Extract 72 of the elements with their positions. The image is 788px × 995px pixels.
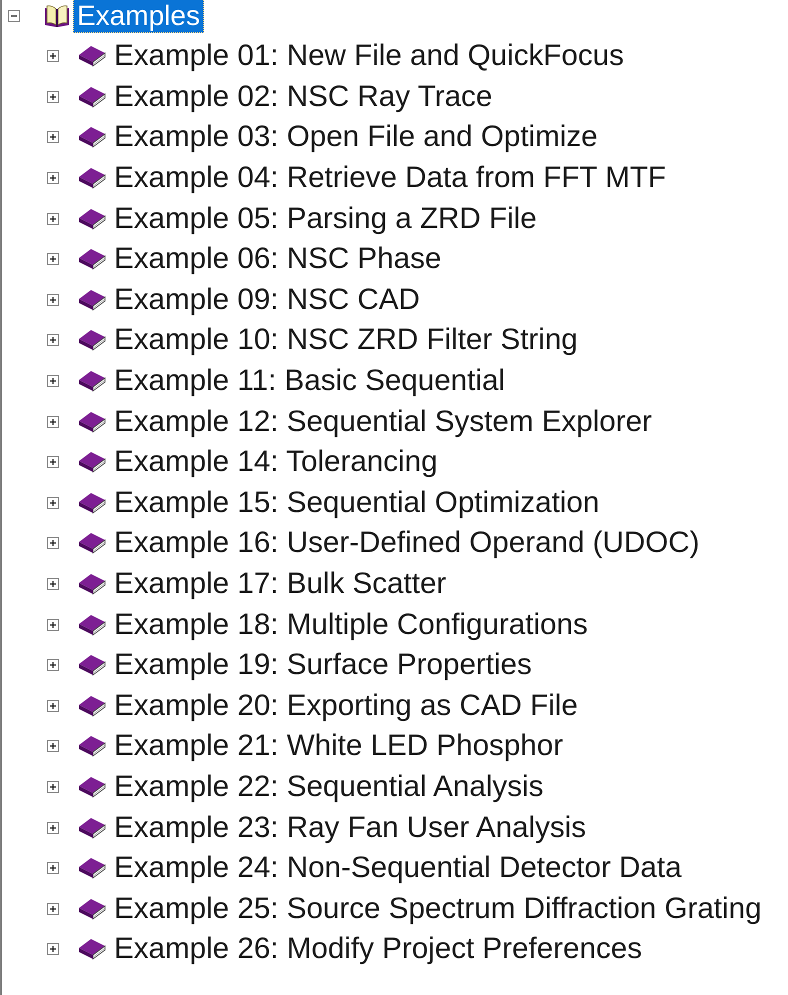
book-icon <box>78 126 106 148</box>
tree-item[interactable]: Example 17: Bulk Scatter <box>110 567 450 602</box>
book-icon <box>78 329 106 352</box>
tree-item[interactable]: Example 14: Tolerancing <box>110 445 442 480</box>
collapse-toggle[interactable] <box>8 10 20 22</box>
expand-toggle[interactable] <box>47 780 59 793</box>
tree-item[interactable]: Example 09: NSC CAD <box>110 282 424 317</box>
tree-item[interactable]: Examples <box>73 0 204 33</box>
expand-toggle[interactable] <box>47 618 59 631</box>
tree-item[interactable]: Example 02: NSC Ray Trace <box>110 80 496 114</box>
tree-item[interactable]: Example 10: NSC ZRD Filter String <box>110 323 582 358</box>
book-icon <box>78 938 106 960</box>
tree-item[interactable]: Example 04: Retrieve Data from FFT MTF <box>110 161 670 196</box>
tree-item[interactable]: Example 03: Open File and Optimize <box>110 120 602 154</box>
book-icon <box>78 370 106 392</box>
expand-toggle[interactable] <box>47 212 59 225</box>
expand-toggle[interactable] <box>47 294 59 306</box>
tree-item[interactable]: Example 11: Basic Sequential <box>110 364 509 398</box>
book-icon <box>78 735 106 758</box>
expand-toggle[interactable] <box>47 253 59 266</box>
tree-item[interactable]: Example 05: Parsing a ZRD File <box>110 202 541 236</box>
book-icon <box>78 614 106 636</box>
tree-item[interactable]: Example 21: White LED Phosphor <box>110 729 568 764</box>
expand-toggle[interactable] <box>47 172 59 184</box>
tree-item[interactable]: Example 23: Ray Fan User Analysis <box>110 810 590 845</box>
tree-item[interactable]: Example 20: Exporting as CAD File <box>110 688 582 723</box>
book-icon <box>78 410 106 433</box>
tree-item[interactable]: Example 16: User-Defined Operand (UDOC) <box>110 526 704 560</box>
tree-item[interactable]: Example 25: Source Spectrum Diffraction Grating <box>110 892 766 926</box>
book-icon <box>78 45 106 68</box>
expand-toggle[interactable] <box>47 416 59 428</box>
expand-toggle[interactable] <box>47 334 59 346</box>
book-icon <box>78 492 106 514</box>
expand-toggle[interactable] <box>47 862 59 874</box>
expand-toggle[interactable] <box>47 659 59 672</box>
book-icon <box>78 208 106 230</box>
tree-item[interactable]: Example 26: Modify Project Preferences <box>110 932 646 966</box>
open-book-icon <box>44 4 70 28</box>
expand-toggle[interactable] <box>47 822 59 834</box>
expand-toggle[interactable] <box>47 700 59 712</box>
book-icon <box>78 167 106 190</box>
tree-item[interactable]: Example 24: Non-Sequential Detector Data <box>110 851 686 886</box>
book-icon <box>78 857 106 880</box>
book-icon <box>78 532 106 554</box>
tree-item[interactable]: Example 06: NSC Phase <box>110 242 446 276</box>
book-icon <box>78 86 106 108</box>
book-icon <box>78 573 106 596</box>
book-icon <box>78 654 106 676</box>
expand-toggle[interactable] <box>47 740 59 752</box>
expand-toggle[interactable] <box>47 537 59 550</box>
expand-toggle[interactable] <box>47 90 59 103</box>
expand-toggle[interactable] <box>47 131 59 144</box>
book-icon <box>78 776 106 798</box>
tree-item[interactable]: Example 19: Surface Properties <box>110 648 536 682</box>
book-icon <box>78 451 106 474</box>
book-icon <box>78 248 106 270</box>
tree-item[interactable]: Example 12: Sequential System Explorer <box>110 404 656 439</box>
expand-toggle[interactable] <box>47 578 59 590</box>
book-icon <box>78 816 106 839</box>
tree-item[interactable]: Example 01: New File and QuickFocus <box>110 39 628 74</box>
tree-item[interactable]: Example 15: Sequential Optimization <box>110 486 604 520</box>
expand-toggle[interactable] <box>47 496 59 509</box>
expand-toggle[interactable] <box>47 375 59 388</box>
tree-item[interactable]: Example 22: Sequential Analysis <box>110 770 548 804</box>
expand-toggle[interactable] <box>47 50 59 62</box>
tree-item[interactable]: Example 18: Multiple Configurations <box>110 608 592 642</box>
expand-toggle[interactable] <box>47 943 59 956</box>
book-icon <box>78 694 106 717</box>
book-icon <box>78 898 106 920</box>
expand-toggle[interactable] <box>47 902 59 915</box>
book-icon <box>78 288 106 311</box>
expand-toggle[interactable] <box>47 456 59 468</box>
